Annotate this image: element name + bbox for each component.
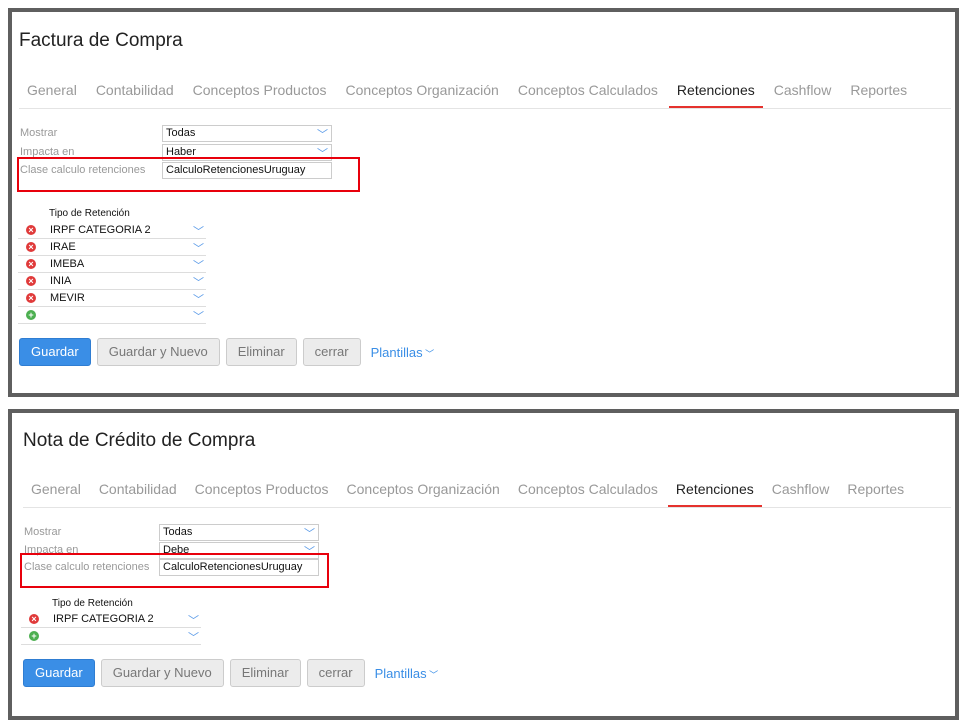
tab-conceptos-organizacion[interactable]: Conceptos Organización xyxy=(338,82,507,108)
tab-reportes[interactable]: Reportes xyxy=(839,481,912,507)
mostrar-value: Todas xyxy=(163,526,193,538)
save-button[interactable]: Guardar xyxy=(19,338,91,366)
tab-conceptos-calculados[interactable]: Conceptos Calculados xyxy=(510,82,666,108)
table-row: × IRAE ﹀ xyxy=(18,239,206,256)
tab-conceptos-productos[interactable]: Conceptos Productos xyxy=(185,82,335,108)
chevron-down-icon: ﹀ xyxy=(426,669,439,680)
chevron-down-icon[interactable]: ﹀ xyxy=(188,629,199,645)
tab-retenciones[interactable]: Retenciones xyxy=(667,481,762,507)
tab-general[interactable]: General xyxy=(23,481,89,507)
table-row: × INIA ﹀ xyxy=(18,273,206,290)
table-row: × MEVIR ﹀ xyxy=(18,290,206,307)
remove-icon[interactable]: × xyxy=(26,259,36,269)
mostrar-select[interactable]: Todas ﹀ xyxy=(162,125,332,142)
mostrar-select[interactable]: Todas ﹀ xyxy=(159,524,319,541)
mostrar-value: Todas xyxy=(166,127,196,139)
tab-reportes[interactable]: Reportes xyxy=(842,82,915,108)
chevron-down-icon: ﹀ xyxy=(304,528,315,540)
nota-credito-compra-panel: Nota de Crédito de Compra General Contabil… xyxy=(8,409,959,720)
remove-icon[interactable]: × xyxy=(26,225,36,235)
save-new-button[interactable]: Guardar y Nuevo xyxy=(96,338,220,366)
tab-contabilidad[interactable]: Contabilidad xyxy=(88,82,182,108)
table-header-tipo-retencion: Tipo de Retención xyxy=(52,598,133,609)
table-row: × IMEBA ﹀ xyxy=(18,256,206,273)
retencion-name: IMEBA xyxy=(50,258,85,270)
tab-contabilidad[interactable]: Contabilidad xyxy=(91,481,185,507)
table-row: + ﹀ xyxy=(18,307,206,324)
templates-link[interactable]: Plantillas ﹀ xyxy=(375,666,439,681)
chevron-down-icon[interactable]: ﹀ xyxy=(193,223,204,239)
table-row: × IRPF CATEGORIA 2 ﹀ xyxy=(18,222,206,239)
remove-icon[interactable]: × xyxy=(26,293,36,303)
retencion-name: MEVIR xyxy=(50,292,85,304)
remove-icon[interactable]: × xyxy=(29,614,39,624)
delete-button[interactable]: Eliminar xyxy=(229,659,301,687)
chevron-down-icon[interactable]: ﹀ xyxy=(193,291,204,307)
close-button[interactable]: cerrar xyxy=(302,338,361,366)
page-title: Factura de Compra xyxy=(19,30,183,51)
retencion-name: IRAE xyxy=(50,241,76,253)
chevron-down-icon[interactable]: ﹀ xyxy=(193,257,204,273)
templates-link[interactable]: Plantillas ﹀ xyxy=(371,345,435,360)
tab-conceptos-organizacion[interactable]: Conceptos Organización xyxy=(339,481,508,507)
templates-label: Plantillas xyxy=(370,344,423,360)
delete-button[interactable]: Eliminar xyxy=(225,338,297,366)
tab-cashflow[interactable]: Cashflow xyxy=(766,82,840,108)
save-button[interactable]: Guardar xyxy=(23,659,95,687)
mostrar-label: Mostrar xyxy=(20,127,58,139)
factura-compra-panel: Factura de Compra General Contabilidad Conc… xyxy=(8,8,959,397)
close-button[interactable]: cerrar xyxy=(306,659,365,687)
chevron-down-icon[interactable]: ﹀ xyxy=(193,240,204,256)
save-new-button[interactable]: Guardar y Nuevo xyxy=(100,659,224,687)
tab-retenciones[interactable]: Retenciones xyxy=(668,82,763,108)
table-row: + ﹀ xyxy=(21,628,201,645)
retencion-name: IRPF CATEGORIA 2 xyxy=(50,224,151,236)
remove-icon[interactable]: × xyxy=(26,276,36,286)
tab-cashflow[interactable]: Cashflow xyxy=(764,481,838,507)
retencion-name: IRPF CATEGORIA 2 xyxy=(53,613,154,625)
add-icon[interactable]: + xyxy=(29,631,39,641)
chevron-down-icon[interactable]: ﹀ xyxy=(193,308,204,324)
tab-bar: General Contabilidad Conceptos Productos Co… xyxy=(23,481,951,508)
page-title: Nota de Crédito de Compra xyxy=(23,430,256,451)
highlight-box xyxy=(17,157,360,192)
mostrar-label: Mostrar xyxy=(24,526,62,538)
tab-general[interactable]: General xyxy=(19,82,85,108)
chevron-down-icon[interactable]: ﹀ xyxy=(193,274,204,290)
table-row: × IRPF CATEGORIA 2 ﹀ xyxy=(21,611,201,628)
add-icon[interactable]: + xyxy=(26,310,36,320)
chevron-down-icon[interactable]: ﹀ xyxy=(188,612,199,628)
tab-conceptos-calculados[interactable]: Conceptos Calculados xyxy=(510,481,666,507)
table-header-tipo-retencion: Tipo de Retención xyxy=(49,208,130,219)
highlight-box xyxy=(20,553,329,588)
templates-label: Plantillas xyxy=(374,665,427,681)
action-buttons: Guardar Guardar y Nuevo Eliminar cerrar Plan… xyxy=(23,659,438,687)
chevron-down-icon: ﹀ xyxy=(317,129,328,141)
retencion-name: INIA xyxy=(50,275,72,287)
chevron-down-icon: ﹀ xyxy=(422,348,435,359)
action-buttons: Guardar Guardar y Nuevo Eliminar cerrar Plan… xyxy=(19,338,434,366)
tab-bar: General Contabilidad Conceptos Productos Co… xyxy=(19,82,951,109)
remove-icon[interactable]: × xyxy=(26,242,36,252)
tab-conceptos-productos[interactable]: Conceptos Productos xyxy=(187,481,337,507)
